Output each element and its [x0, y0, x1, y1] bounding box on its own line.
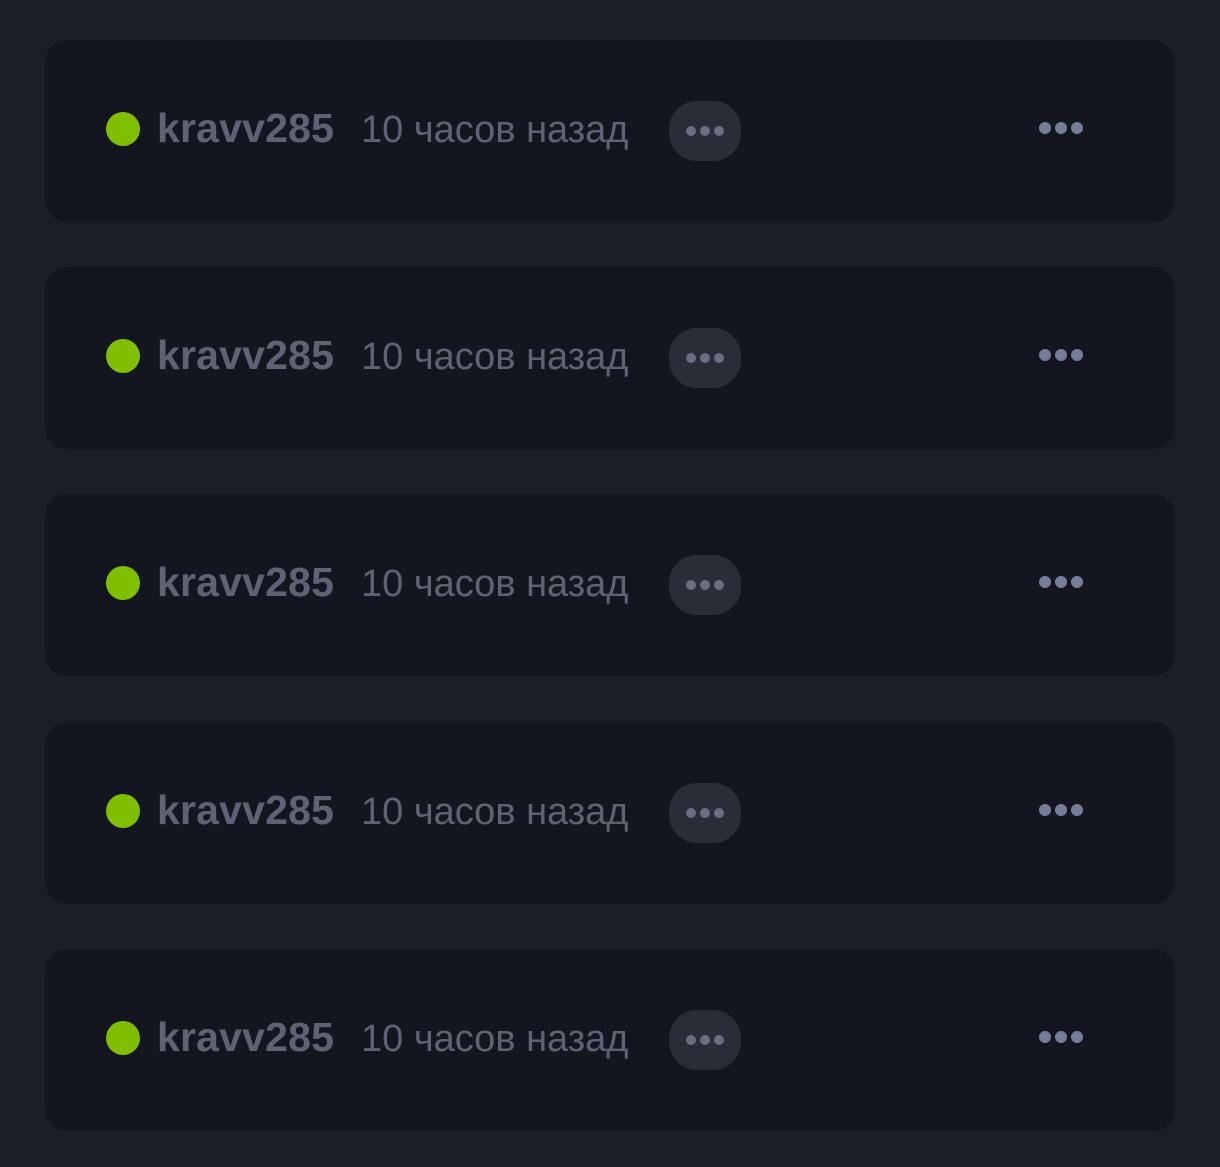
- ellipsis-pill-button[interactable]: [669, 555, 741, 615]
- comment-card: kravv285 10 часов назад: [45, 494, 1175, 676]
- ellipsis-pill-button[interactable]: [669, 101, 741, 161]
- comment-header: kravv285 10 часов назад: [45, 494, 1175, 676]
- more-horizontal-icon: [1039, 576, 1083, 588]
- ellipsis-pill-button[interactable]: [669, 783, 741, 843]
- more-horizontal-icon: [1039, 804, 1083, 816]
- more-horizontal-icon: [1039, 122, 1083, 134]
- timestamp: 10 часов назад: [361, 1018, 629, 1060]
- ellipsis-icon: [686, 126, 724, 136]
- timestamp: 10 часов назад: [361, 109, 629, 151]
- ellipsis-icon: [686, 808, 724, 818]
- comment-card: kravv285 10 часов назад: [45, 40, 1175, 222]
- username-link[interactable]: kravv285: [157, 331, 334, 379]
- ellipsis-icon: [686, 580, 724, 590]
- comment-feed: kravv285 10 часов назад kravv285 10 часо…: [0, 0, 1220, 1167]
- ellipsis-icon: [686, 1035, 724, 1045]
- online-status-icon: [106, 112, 140, 146]
- username-link[interactable]: kravv285: [157, 558, 334, 606]
- more-horizontal-icon: [1039, 349, 1083, 361]
- username-link[interactable]: kravv285: [157, 1013, 334, 1061]
- username-link[interactable]: kravv285: [157, 786, 334, 834]
- more-options-button[interactable]: [1025, 1013, 1097, 1061]
- comment-header: kravv285 10 часов назад: [45, 267, 1175, 449]
- ellipsis-pill-button[interactable]: [669, 328, 741, 388]
- more-options-button[interactable]: [1025, 786, 1097, 834]
- timestamp: 10 часов назад: [361, 563, 629, 605]
- more-options-button[interactable]: [1025, 558, 1097, 606]
- comment-header: kravv285 10 часов назад: [45, 949, 1175, 1131]
- online-status-icon: [106, 566, 140, 600]
- comment-card: kravv285 10 часов назад: [45, 949, 1175, 1131]
- online-status-icon: [106, 794, 140, 828]
- username-link[interactable]: kravv285: [157, 104, 334, 152]
- timestamp: 10 часов назад: [361, 791, 629, 833]
- timestamp: 10 часов назад: [361, 336, 629, 378]
- online-status-icon: [106, 1021, 140, 1055]
- comment-card: kravv285 10 часов назад: [45, 267, 1175, 449]
- more-horizontal-icon: [1039, 1031, 1083, 1043]
- more-options-button[interactable]: [1025, 104, 1097, 152]
- comment-header: kravv285 10 часов назад: [45, 722, 1175, 904]
- ellipsis-pill-button[interactable]: [669, 1010, 741, 1070]
- more-options-button[interactable]: [1025, 331, 1097, 379]
- comment-card: kravv285 10 часов назад: [45, 722, 1175, 904]
- comment-header: kravv285 10 часов назад: [45, 40, 1175, 222]
- online-status-icon: [106, 339, 140, 373]
- ellipsis-icon: [686, 353, 724, 363]
